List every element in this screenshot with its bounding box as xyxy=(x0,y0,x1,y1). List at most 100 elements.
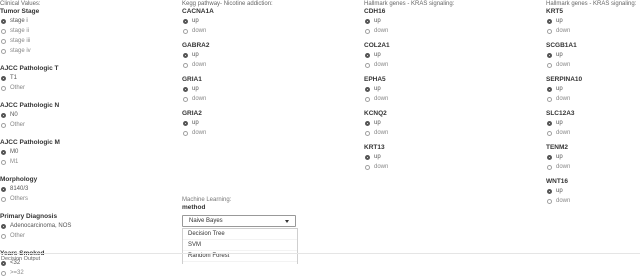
radio-button[interactable] xyxy=(547,164,552,170)
method-select[interactable]: Naive Bayes xyxy=(182,215,296,227)
radio-button[interactable] xyxy=(1,149,6,155)
radio-button[interactable] xyxy=(1,112,6,118)
radio-option-gria1-up[interactable]: up xyxy=(182,84,342,94)
radio-button[interactable] xyxy=(183,52,188,58)
radio-button[interactable] xyxy=(365,120,370,126)
radio-option-gabra2-up[interactable]: up xyxy=(182,50,342,60)
radio-option-epha5-up[interactable]: up xyxy=(364,84,524,94)
radio-button[interactable] xyxy=(365,164,370,170)
radio-button[interactable] xyxy=(1,122,6,128)
radio-button[interactable] xyxy=(1,270,6,276)
radio-button[interactable] xyxy=(365,86,370,92)
radio-button[interactable] xyxy=(183,86,188,92)
gene-name-serpina10: SERPINA10 xyxy=(546,76,583,83)
kegg-pathway-heading: Kegg pathway- Nicotine addiction: xyxy=(182,1,273,7)
radio-option-tumor-stage-stage-iv[interactable]: stage iv xyxy=(0,46,160,56)
radio-button[interactable] xyxy=(365,18,370,24)
radio-button[interactable] xyxy=(1,233,6,239)
radio-button[interactable] xyxy=(547,120,552,126)
method-option-decision-tree[interactable]: Decision Tree xyxy=(183,229,297,240)
radio-option-morphology-8140-3[interactable]: 8140/3 xyxy=(0,184,160,194)
radio-option-primary-diagnosis-adenocarcinoma-nos[interactable]: Adenocarcinoma, NOS xyxy=(0,221,160,231)
radio-button[interactable] xyxy=(547,18,552,24)
radio-button[interactable] xyxy=(183,130,188,136)
radio-option-slc12a3-down[interactable]: down xyxy=(546,128,640,138)
radio-option-slc12a3-up[interactable]: up xyxy=(546,118,640,128)
radio-option-tumor-stage-stage-i[interactable]: stage i xyxy=(0,16,160,26)
radio-option-kcnq2-down[interactable]: down xyxy=(364,128,524,138)
radio-button[interactable] xyxy=(1,48,6,54)
radio-button[interactable] xyxy=(365,154,370,160)
radio-button[interactable] xyxy=(1,223,6,229)
radio-option-serpina10-up[interactable]: up xyxy=(546,84,640,94)
radio-button[interactable] xyxy=(547,130,552,136)
radio-option-ajcc-pathologic-m-m1[interactable]: M1 xyxy=(0,157,160,167)
radio-option-wnt16-up[interactable]: up xyxy=(546,186,640,196)
radio-button[interactable] xyxy=(365,96,370,102)
radio-button[interactable] xyxy=(1,75,6,81)
radio-option-krt5-down[interactable]: down xyxy=(546,26,640,36)
radio-option-scgb1a1-up[interactable]: up xyxy=(546,50,640,60)
radio-button[interactable] xyxy=(365,52,370,58)
radio-button[interactable] xyxy=(183,28,188,34)
radio-button[interactable] xyxy=(547,62,552,68)
radio-option-col2a1-down[interactable]: down xyxy=(364,60,524,70)
radio-button[interactable] xyxy=(547,28,552,34)
radio-button[interactable] xyxy=(1,85,6,91)
radio-button[interactable] xyxy=(1,186,6,192)
radio-option-ajcc-pathologic-t-t1[interactable]: T1 xyxy=(0,73,160,83)
radio-option-cacna1a-up[interactable]: up xyxy=(182,16,342,26)
radio-option-ajcc-pathologic-t-other[interactable]: Other xyxy=(0,83,160,93)
radio-option-cdh16-up[interactable]: up xyxy=(364,16,524,26)
radio-button[interactable] xyxy=(547,96,552,102)
radio-option-ajcc-pathologic-n-n0[interactable]: N0 xyxy=(0,110,160,120)
radio-option-ajcc-pathologic-n-other[interactable]: Other xyxy=(0,120,160,130)
radio-button[interactable] xyxy=(183,120,188,126)
radio-option-primary-diagnosis-other[interactable]: Other xyxy=(0,231,160,241)
radio-button[interactable] xyxy=(1,38,6,44)
radio-group-ajcc-pathologic-n: AJCC Pathologic N N0 Other xyxy=(0,93,160,130)
radio-button[interactable] xyxy=(547,86,552,92)
radio-button[interactable] xyxy=(547,188,552,194)
radio-button[interactable] xyxy=(365,28,370,34)
radio-option-krt5-up[interactable]: up xyxy=(546,16,640,26)
radio-option-krt13-up[interactable]: up xyxy=(364,152,524,162)
radio-option-krt13-down[interactable]: down xyxy=(364,162,524,172)
radio-button[interactable] xyxy=(1,196,6,202)
radio-option-label: down xyxy=(556,198,571,204)
radio-button[interactable] xyxy=(365,62,370,68)
radio-button[interactable] xyxy=(183,18,188,24)
gene-radio-group-gria2: GRIA2 up down xyxy=(182,104,342,138)
radio-option-tenm2-up[interactable]: up xyxy=(546,152,640,162)
radio-option-cacna1a-down[interactable]: down xyxy=(182,26,342,36)
radio-option-ajcc-pathologic-m-m0[interactable]: M0 xyxy=(0,147,160,157)
radio-option-serpina10-down[interactable]: down xyxy=(546,94,640,104)
radio-button[interactable] xyxy=(1,18,6,24)
radio-option-years-smoked-32[interactable]: >=32 xyxy=(0,268,160,278)
radio-option-tenm2-down[interactable]: down xyxy=(546,162,640,172)
radio-option-tumor-stage-stage-ii[interactable]: stage ii xyxy=(0,26,160,36)
radio-option-epha5-down[interactable]: down xyxy=(364,94,524,104)
radio-option-morphology-others[interactable]: Others xyxy=(0,194,160,204)
radio-option-cdh16-down[interactable]: down xyxy=(364,26,524,36)
method-option-svm[interactable]: SVM xyxy=(183,240,297,251)
radio-button[interactable] xyxy=(547,154,552,160)
radio-option-wnt16-down[interactable]: down xyxy=(546,196,640,206)
decision-output-label: Decision Output xyxy=(1,256,41,262)
radio-option-gria2-down[interactable]: down xyxy=(182,128,342,138)
radio-option-tumor-stage-stage-iii[interactable]: stage iii xyxy=(0,36,160,46)
radio-option-gria1-down[interactable]: down xyxy=(182,94,342,104)
radio-button[interactable] xyxy=(183,96,188,102)
radio-button[interactable] xyxy=(183,62,188,68)
radio-button[interactable] xyxy=(1,28,6,34)
radio-option-col2a1-up[interactable]: up xyxy=(364,50,524,60)
radio-button[interactable] xyxy=(1,159,6,165)
radio-button[interactable] xyxy=(547,52,552,58)
radio-option-gabra2-down[interactable]: down xyxy=(182,60,342,70)
radio-button[interactable] xyxy=(547,198,552,204)
radio-option-kcnq2-up[interactable]: up xyxy=(364,118,524,128)
radio-option-scgb1a1-down[interactable]: down xyxy=(546,60,640,70)
radio-option-gria2-up[interactable]: up xyxy=(182,118,342,128)
radio-button[interactable] xyxy=(365,130,370,136)
